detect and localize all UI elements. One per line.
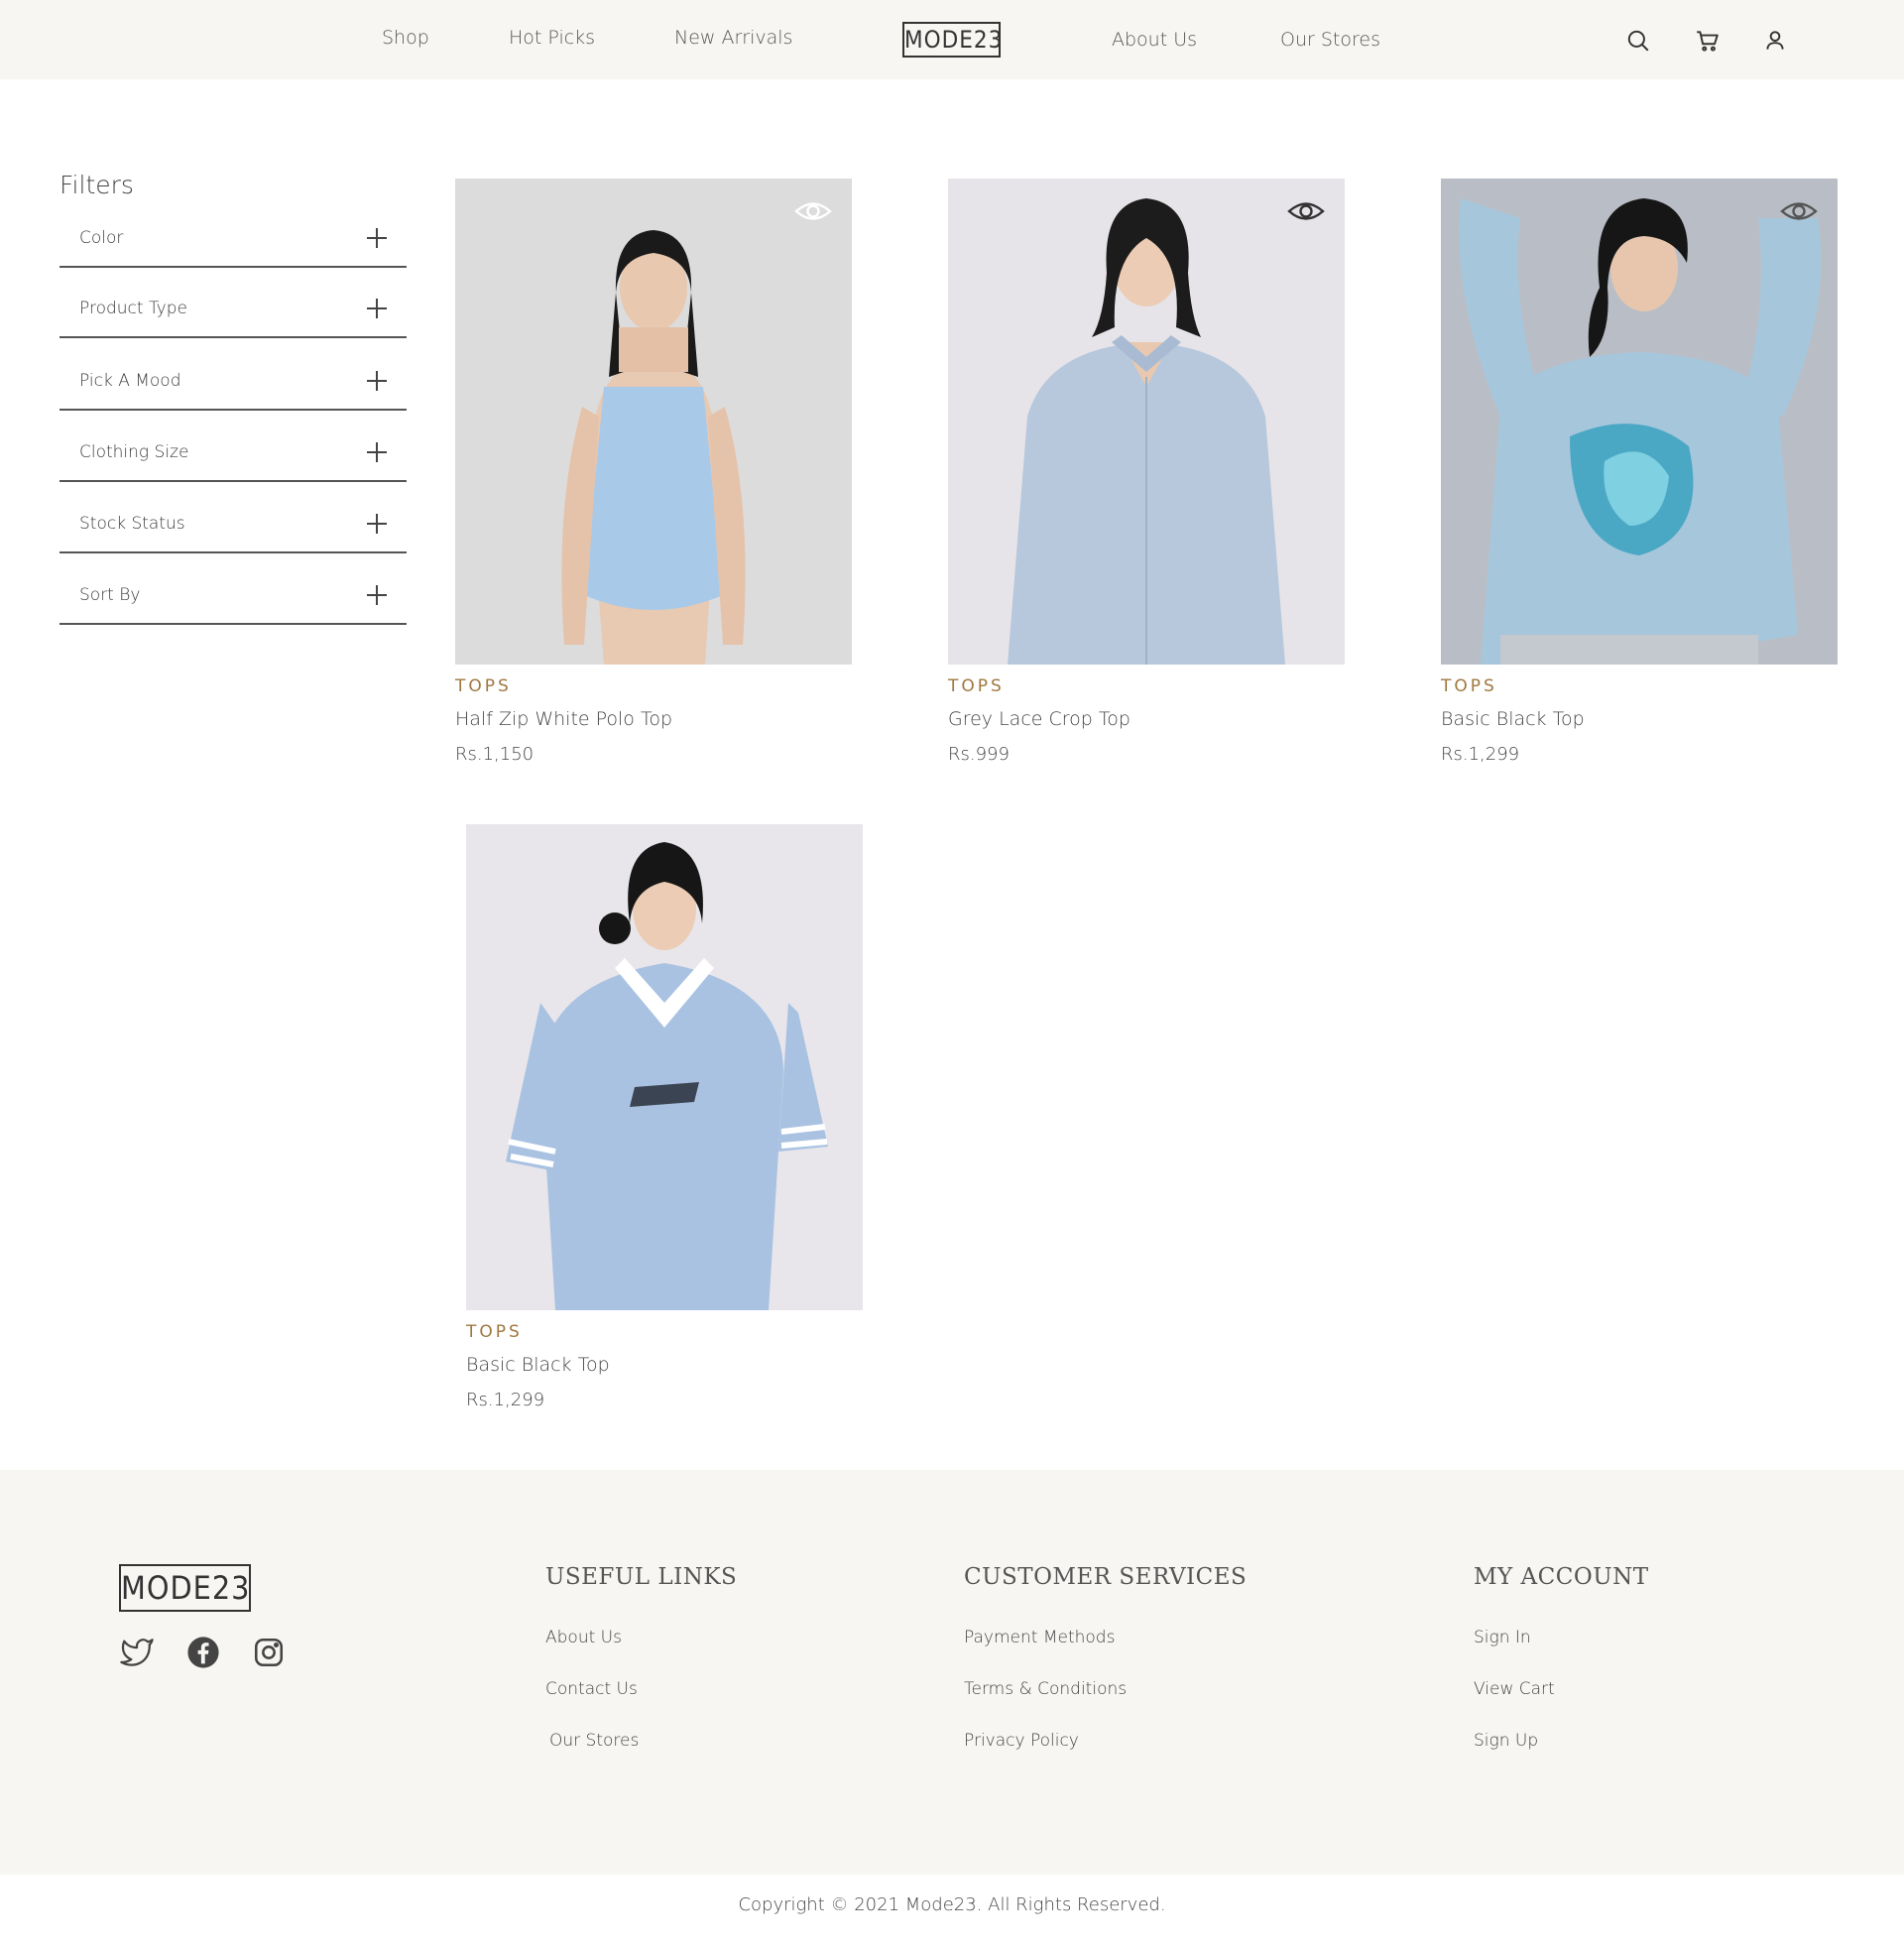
useful-links-title: USEFUL LINKS xyxy=(545,1564,738,1590)
instagram-icon[interactable] xyxy=(251,1636,287,1669)
footer-link-view-cart[interactable]: View Cart xyxy=(1474,1679,1555,1699)
product-name[interactable]: Basic Black Top xyxy=(466,1354,863,1376)
nav-shop[interactable]: Shop xyxy=(382,27,429,49)
product-price: Rs.1,150 xyxy=(455,744,535,765)
nav-our-stores[interactable]: Our Stores xyxy=(1280,29,1380,51)
product-price: Rs.999 xyxy=(948,744,1010,765)
footer-link-contact-us[interactable]: Contact Us xyxy=(545,1679,638,1699)
site-footer: MODE23 USEFUL LINKS About Us Contact Us … xyxy=(0,1470,1904,1875)
eye-icon[interactable] xyxy=(794,196,832,226)
plus-icon[interactable] xyxy=(367,442,387,462)
filter-label: Product Type xyxy=(79,299,187,318)
product-name[interactable]: Grey Lace Crop Top xyxy=(948,708,1345,730)
footer-link-privacy-policy[interactable]: Privacy Policy xyxy=(964,1731,1079,1751)
nav-hot-picks[interactable]: Hot Picks xyxy=(509,27,595,49)
product-card[interactable]: TOPS Basic Black Top Rs.1,299 xyxy=(1441,179,1838,765)
user-icon[interactable] xyxy=(1762,28,1788,54)
twitter-icon[interactable] xyxy=(119,1636,155,1669)
footer-link-sign-up[interactable]: Sign Up xyxy=(1474,1731,1538,1751)
plus-icon[interactable] xyxy=(367,585,387,605)
product-category: TOPS xyxy=(1441,676,1497,696)
filter-label: Pick A Mood xyxy=(79,371,181,391)
customer-services-title: CUSTOMER SERVICES xyxy=(964,1564,1248,1590)
plus-icon[interactable] xyxy=(367,299,387,318)
product-price: Rs.1,299 xyxy=(466,1390,545,1410)
filter-pick-a-mood[interactable]: Pick A Mood xyxy=(60,353,407,411)
product-category: TOPS xyxy=(455,676,512,696)
plus-icon[interactable] xyxy=(367,371,387,391)
facebook-icon[interactable] xyxy=(185,1636,221,1669)
search-icon[interactable] xyxy=(1625,28,1651,54)
my-account-title: MY ACCOUNT xyxy=(1474,1564,1649,1590)
product-card[interactable]: TOPS Grey Lace Crop Top Rs.999 xyxy=(948,179,1345,765)
filter-product-type[interactable]: Product Type xyxy=(60,281,407,338)
filters-title: Filters xyxy=(60,171,134,199)
product-image[interactable] xyxy=(1441,179,1838,665)
filter-label: Color xyxy=(79,227,124,248)
nav-about-us[interactable]: About Us xyxy=(1112,29,1197,51)
filter-label: Sort By xyxy=(79,585,141,605)
product-card[interactable]: TOPS Basic Black Top Rs.1,299 xyxy=(466,824,863,1410)
footer-link-our-stores[interactable]: Our Stores xyxy=(549,1731,639,1751)
filter-clothing-size[interactable]: Clothing Size xyxy=(60,425,407,482)
cart-icon[interactable] xyxy=(1695,28,1721,54)
plus-icon[interactable] xyxy=(367,514,387,534)
nav-new-arrivals[interactable]: New Arrivals xyxy=(674,27,792,49)
product-image[interactable] xyxy=(948,179,1345,665)
site-logo[interactable]: MODE23 xyxy=(902,22,1002,58)
filter-stock-status[interactable]: Stock Status xyxy=(60,496,407,553)
eye-icon[interactable] xyxy=(1287,196,1325,226)
copyright-text: Copyright © 2021 Mode23. All Rights Rese… xyxy=(738,1894,1166,1915)
product-image[interactable] xyxy=(466,824,863,1310)
product-name[interactable]: Half Zip White Polo Top xyxy=(455,708,852,730)
footer-link-terms[interactable]: Terms & Conditions xyxy=(964,1679,1127,1699)
product-category: TOPS xyxy=(466,1322,523,1342)
eye-icon[interactable] xyxy=(1780,196,1818,226)
product-name[interactable]: Basic Black Top xyxy=(1441,708,1838,730)
filter-label: Stock Status xyxy=(79,514,185,534)
product-category: TOPS xyxy=(948,676,1005,696)
product-price: Rs.1,299 xyxy=(1441,744,1520,765)
footer-link-payment-methods[interactable]: Payment Methods xyxy=(964,1628,1115,1647)
footer-link-about-us[interactable]: About Us xyxy=(545,1628,622,1647)
plus-icon[interactable] xyxy=(367,227,387,248)
product-card[interactable]: TOPS Half Zip White Polo Top Rs.1,150 xyxy=(455,179,852,765)
footer-logo[interactable]: MODE23 xyxy=(119,1564,251,1612)
filter-color[interactable]: Color xyxy=(60,209,407,268)
footer-link-sign-in[interactable]: Sign In xyxy=(1474,1628,1531,1647)
site-header: Shop Hot Picks New Arrivals MODE23 About… xyxy=(0,0,1904,79)
filter-sort-by[interactable]: Sort By xyxy=(60,567,407,625)
filter-label: Clothing Size xyxy=(79,442,189,462)
product-image[interactable] xyxy=(455,179,852,665)
